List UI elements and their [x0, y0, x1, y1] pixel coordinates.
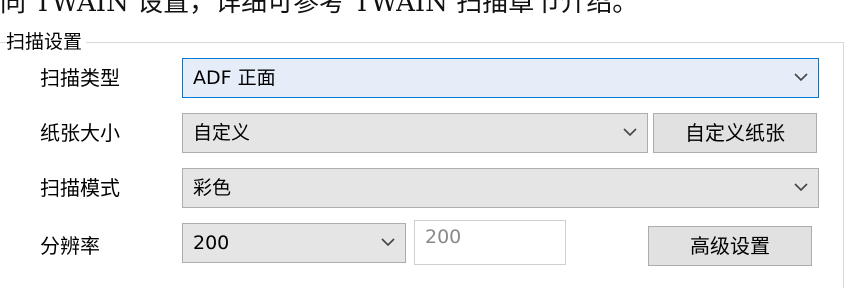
resolution-label: 分辨率: [40, 234, 100, 258]
top-caption: 同 TWAIN 设置，详细可参考 TWAIN 扫描章节介绍。: [0, 0, 639, 18]
scan-type-label: 扫描类型: [40, 66, 120, 90]
chevron-down-icon: [794, 68, 808, 86]
custom-paper-button[interactable]: 自定义纸张: [653, 113, 817, 153]
custom-resolution-input[interactable]: 200: [414, 220, 566, 265]
custom-resolution-value: 200: [425, 226, 462, 248]
scan-mode-value: 彩色: [193, 177, 232, 199]
scan-settings-group-title: 扫描设置: [6, 31, 87, 53]
resolution-value: 200: [193, 232, 230, 254]
advanced-settings-button-label: 高级设置: [690, 234, 770, 258]
paper-size-label: 纸张大小: [40, 121, 120, 145]
custom-paper-button-label: 自定义纸张: [685, 121, 785, 145]
paper-size-dropdown[interactable]: 自定义: [182, 113, 648, 153]
advanced-settings-button[interactable]: 高级设置: [648, 226, 812, 266]
chevron-down-icon: [623, 123, 637, 141]
scan-type-dropdown[interactable]: ADF 正面: [182, 58, 819, 98]
scan-type-value: ADF 正面: [193, 67, 276, 89]
resolution-dropdown[interactable]: 200: [182, 223, 406, 263]
chevron-down-icon: [381, 233, 395, 251]
scan-mode-dropdown[interactable]: 彩色: [182, 168, 819, 208]
paper-size-value: 自定义: [193, 122, 251, 144]
scan-mode-label: 扫描模式: [40, 176, 120, 200]
chevron-down-icon: [794, 178, 808, 196]
